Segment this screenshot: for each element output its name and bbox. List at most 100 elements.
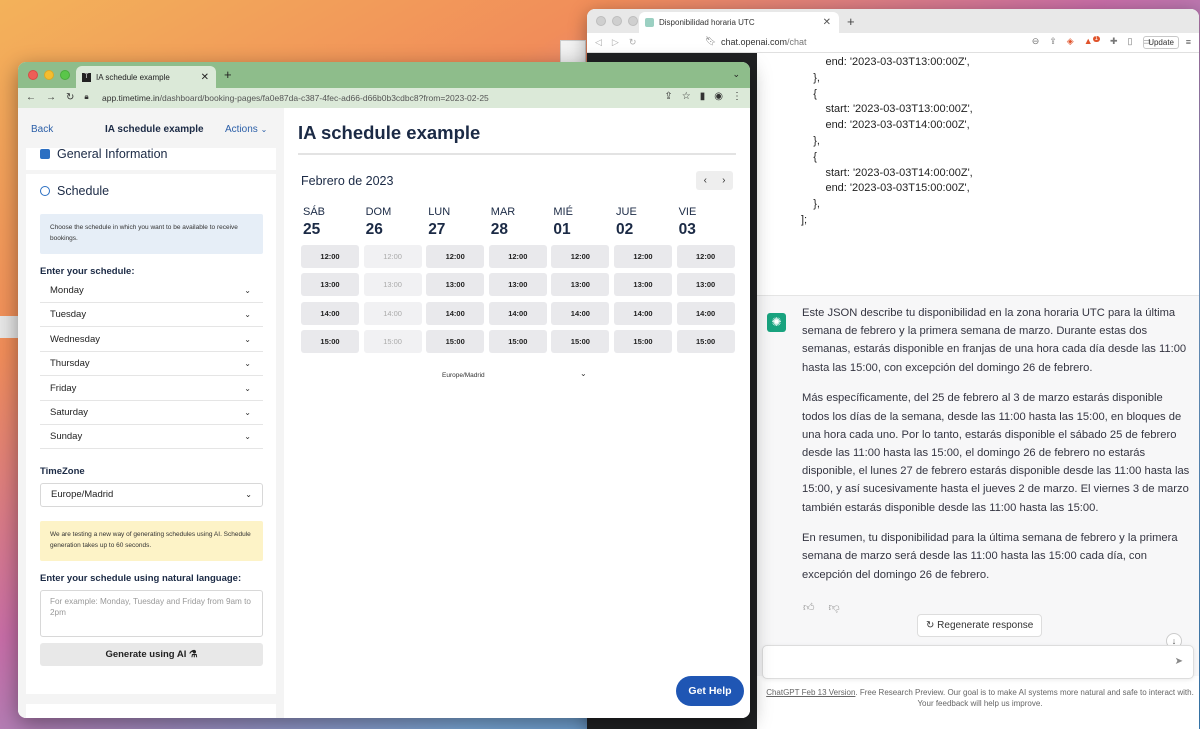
time-slot[interactable]: 12:00 bbox=[426, 244, 485, 268]
bookmark-star-icon[interactable]: ☆ bbox=[682, 91, 691, 102]
close-window-button[interactable] bbox=[28, 70, 38, 80]
day-row[interactable]: Sunday ⌄ bbox=[40, 425, 263, 450]
send-icon[interactable]: ➤ bbox=[1175, 656, 1183, 667]
day-row[interactable]: Friday ⌄ bbox=[40, 377, 263, 401]
day-row[interactable]: Monday ⌄ bbox=[40, 279, 263, 303]
forward-icon[interactable]: → bbox=[46, 92, 56, 103]
time-slot[interactable]: 14:00 bbox=[676, 301, 735, 325]
chevron-down-icon[interactable]: ⌄ bbox=[580, 369, 587, 378]
time-slot[interactable]: 13:00 bbox=[676, 273, 735, 296]
extensions-icon[interactable]: ✚ bbox=[1110, 36, 1118, 47]
zoom-icon[interactable]: ⊖ bbox=[1032, 36, 1040, 47]
toolbar-icons: ⊖ ⇪ ◈ ▲ 1 ✚ ▯ ▭ bbox=[1032, 36, 1151, 47]
chevron-down-icon: ⌄ bbox=[244, 286, 251, 295]
menu-icon[interactable]: ⋮ bbox=[732, 91, 742, 102]
menu-icon[interactable]: ≡ bbox=[1186, 37, 1191, 47]
back-icon[interactable]: ← bbox=[26, 92, 36, 103]
tab-list-chevron-icon[interactable]: ⌄ bbox=[732, 69, 740, 80]
share-icon[interactable]: ⇪ bbox=[664, 91, 672, 102]
time-slot[interactable]: 15:00 bbox=[488, 330, 547, 353]
time-slot[interactable]: 15:00 bbox=[614, 330, 672, 353]
minimize-window-button[interactable] bbox=[612, 16, 622, 26]
chevron-right-icon[interactable]: › bbox=[722, 175, 725, 186]
natural-language-input[interactable]: For example: Monday, Tuesday and Friday … bbox=[40, 590, 263, 637]
time-slot[interactable]: 13:00 bbox=[614, 273, 672, 296]
minimize-window-button[interactable] bbox=[44, 70, 54, 80]
actions-menu[interactable]: Actions ⌄ bbox=[225, 124, 267, 135]
page-title: IA schedule example bbox=[298, 122, 481, 143]
thumbs-up-icon[interactable]: 👍︎ bbox=[803, 601, 815, 614]
chat-input[interactable]: ➤ bbox=[762, 645, 1194, 679]
time-slot[interactable]: 14:00 bbox=[426, 301, 485, 325]
zoom-window-button[interactable] bbox=[60, 70, 70, 80]
day-row[interactable]: Saturday ⌄ bbox=[40, 401, 263, 425]
url-field[interactable]: chat.openai.com/chat bbox=[721, 37, 807, 47]
close-tab-icon[interactable]: ✕ bbox=[823, 17, 831, 28]
ai-info: We are testing a new way of generating s… bbox=[40, 521, 263, 561]
sidebar-icon[interactable]: ▮ bbox=[700, 91, 706, 102]
time-slot[interactable]: 13:00 bbox=[551, 273, 610, 296]
time-slot[interactable]: 13:00 bbox=[301, 273, 359, 296]
desktop-file-icon[interactable] bbox=[0, 316, 18, 338]
tab-chatgpt[interactable]: Disponibilidad horaria UTC ✕ bbox=[639, 12, 839, 33]
time-slot[interactable]: 14:00 bbox=[614, 301, 672, 325]
time-slot[interactable]: 12:00 bbox=[676, 244, 735, 268]
timezone-select[interactable]: Europe/Madrid bbox=[442, 372, 485, 379]
generate-ai-button[interactable]: Generate using AI ⚗ bbox=[40, 643, 263, 666]
bookmark-icon[interactable]: 🔖︎ bbox=[705, 36, 716, 47]
regenerate-response-button[interactable]: ↻ Regenerate response bbox=[917, 614, 1043, 637]
time-slot[interactable]: 13:00 bbox=[488, 273, 547, 296]
time-slot[interactable]: 12:00 bbox=[301, 244, 359, 268]
profile-avatar-icon[interactable]: ◉ bbox=[714, 91, 723, 102]
forward-icon[interactable]: ▷ bbox=[612, 37, 619, 48]
lock-icon[interactable]: 🔒︎ bbox=[84, 92, 88, 103]
time-slot[interactable]: 15:00 bbox=[426, 330, 485, 353]
general-info-section[interactable]: General Information bbox=[40, 147, 167, 161]
chevron-left-icon[interactable]: ‹ bbox=[704, 175, 707, 186]
rewards-icon[interactable]: ▲ 1 bbox=[1084, 36, 1100, 47]
time-slot[interactable]: 14:00 bbox=[488, 301, 547, 325]
next-section-card[interactable] bbox=[26, 704, 276, 718]
update-button[interactable]: Update bbox=[1143, 36, 1179, 49]
new-tab-button[interactable]: + bbox=[224, 67, 232, 82]
day-row[interactable]: Tuesday ⌄ bbox=[40, 303, 263, 328]
day-of-week: MIÉ bbox=[553, 206, 573, 218]
day-row[interactable]: Thursday ⌄ bbox=[40, 352, 263, 377]
footer-disclaimer: ChatGPT Feb 13 Version. Free Research Pr… bbox=[766, 688, 1194, 708]
url-field[interactable]: app.timetime.in/dashboard/booking-pages/… bbox=[102, 93, 489, 103]
thumbs-down-icon[interactable]: 👎︎ bbox=[829, 601, 840, 614]
time-slot[interactable]: 15:00 bbox=[301, 330, 359, 353]
time-slot: 12:00 bbox=[363, 244, 422, 268]
time-slot[interactable]: 14:00 bbox=[551, 301, 610, 325]
code-line: end: '2023-03-03T13:00:00Z', bbox=[801, 56, 970, 68]
clock-icon bbox=[40, 186, 50, 196]
time-slot[interactable]: 12:00 bbox=[488, 244, 547, 268]
response-paragraph: Este JSON describe tu disponibilidad en … bbox=[802, 307, 1187, 374]
close-window-button[interactable] bbox=[596, 16, 606, 26]
day-row[interactable]: Wednesday ⌄ bbox=[40, 328, 263, 352]
time-slot[interactable]: 13:00 bbox=[426, 273, 485, 296]
close-tab-icon[interactable]: ✕ bbox=[201, 72, 209, 83]
time-slot[interactable]: 15:00 bbox=[676, 330, 735, 353]
brave-shield-icon[interactable]: ◈ bbox=[1067, 36, 1074, 47]
sidebar-icon[interactable]: ▯ bbox=[1128, 36, 1133, 47]
tab-ia-schedule[interactable]: T IA schedule example ✕ bbox=[76, 66, 216, 88]
back-link[interactable]: Back bbox=[31, 124, 53, 135]
schedule-info: Choose the schedule in which you want to… bbox=[40, 214, 263, 254]
day-label: Monday bbox=[50, 285, 84, 296]
share-icon[interactable]: ⇪ bbox=[1049, 36, 1057, 47]
back-icon[interactable]: ◁ bbox=[595, 37, 602, 48]
time-slot[interactable]: 12:00 bbox=[551, 244, 610, 268]
time-slot[interactable]: 12:00 bbox=[614, 244, 672, 268]
new-tab-button[interactable]: + bbox=[847, 14, 855, 29]
zoom-window-button[interactable] bbox=[628, 16, 638, 26]
time-slot[interactable]: 14:00 bbox=[301, 301, 359, 325]
schedule-section[interactable]: Schedule bbox=[40, 184, 109, 198]
reload-icon[interactable]: ↻ bbox=[66, 92, 74, 103]
reload-icon[interactable]: ↻ bbox=[629, 37, 637, 48]
time-slot[interactable]: 15:00 bbox=[551, 330, 610, 353]
version-link[interactable]: ChatGPT Feb 13 Version bbox=[766, 688, 855, 697]
get-help-button[interactable]: Get Help bbox=[676, 676, 744, 706]
timezone-select[interactable]: Europe/Madrid ⌄ bbox=[40, 483, 263, 507]
timezone-label: TimeZone bbox=[40, 466, 85, 477]
